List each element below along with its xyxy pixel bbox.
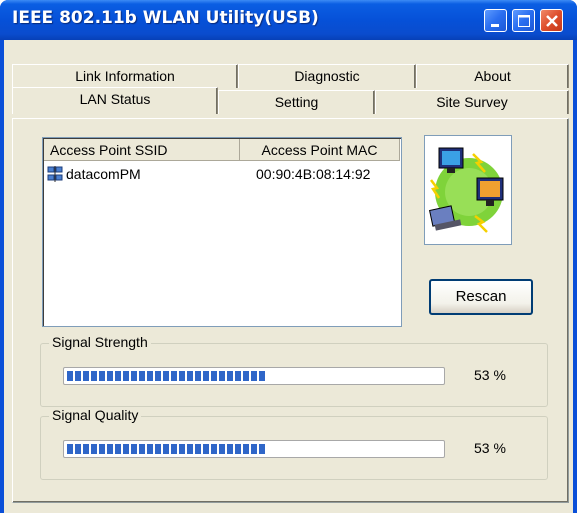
close-button[interactable] — [540, 9, 563, 32]
close-icon — [546, 15, 558, 27]
signal-strength-fill — [67, 371, 265, 381]
signal-quality-bar — [63, 440, 445, 458]
client-area: Link Information Diagnostic About LAN St… — [4, 40, 573, 513]
app-window: IEEE 802.11b WLAN Utility(USB) Link Info… — [0, 0, 577, 513]
tab-lan-status[interactable]: LAN Status — [12, 87, 218, 114]
network-illustration — [424, 135, 512, 245]
tab-setting[interactable]: Setting — [218, 90, 375, 114]
tab-label: Setting — [274, 94, 319, 110]
signal-strength-group: Signal Strength 53 % — [40, 334, 548, 407]
tab-site-survey[interactable]: Site Survey — [375, 90, 569, 114]
tab-label: Link Information — [75, 68, 175, 84]
tab-label: About — [474, 68, 511, 84]
tab-about[interactable]: About — [416, 64, 569, 88]
network-icon — [47, 166, 63, 182]
signal-strength-label: Signal Strength — [49, 334, 151, 350]
rescan-button[interactable]: Rescan — [429, 279, 533, 315]
signal-strength-bar — [63, 367, 445, 385]
tab-link-information[interactable]: Link Information — [12, 64, 238, 88]
signal-quality-group: Signal Quality 53 % — [40, 407, 548, 480]
tab-label: Site Survey — [436, 94, 508, 110]
minimize-button[interactable] — [484, 9, 507, 32]
tab-label: Diagnostic — [294, 68, 360, 84]
maximize-button[interactable] — [512, 9, 535, 32]
maximize-icon — [518, 15, 530, 27]
title-bar[interactable]: IEEE 802.11b WLAN Utility(USB) — [0, 0, 577, 40]
column-header-ssid[interactable]: Access Point SSID — [44, 139, 240, 161]
signal-quality-value: 53 % — [474, 440, 506, 456]
window-title: IEEE 802.11b WLAN Utility(USB) — [12, 8, 319, 28]
mac-cell: 00:90:4B:08:14:92 — [256, 166, 371, 182]
ssid-cell: datacomPM — [66, 166, 141, 182]
tab-label: LAN Status — [79, 91, 151, 107]
wireless-network-icon — [428, 147, 504, 233]
minimize-icon — [491, 24, 499, 27]
signal-quality-fill — [67, 444, 265, 454]
list-item[interactable]: datacomPM 00:90:4B:08:14:92 — [44, 164, 400, 184]
signal-quality-label: Signal Quality — [49, 407, 142, 423]
access-point-list[interactable]: Access Point SSID Access Point MAC datac… — [42, 137, 402, 327]
column-header-mac[interactable]: Access Point MAC — [240, 139, 400, 161]
tab-diagnostic[interactable]: Diagnostic — [238, 64, 416, 88]
signal-strength-value: 53 % — [474, 367, 506, 383]
